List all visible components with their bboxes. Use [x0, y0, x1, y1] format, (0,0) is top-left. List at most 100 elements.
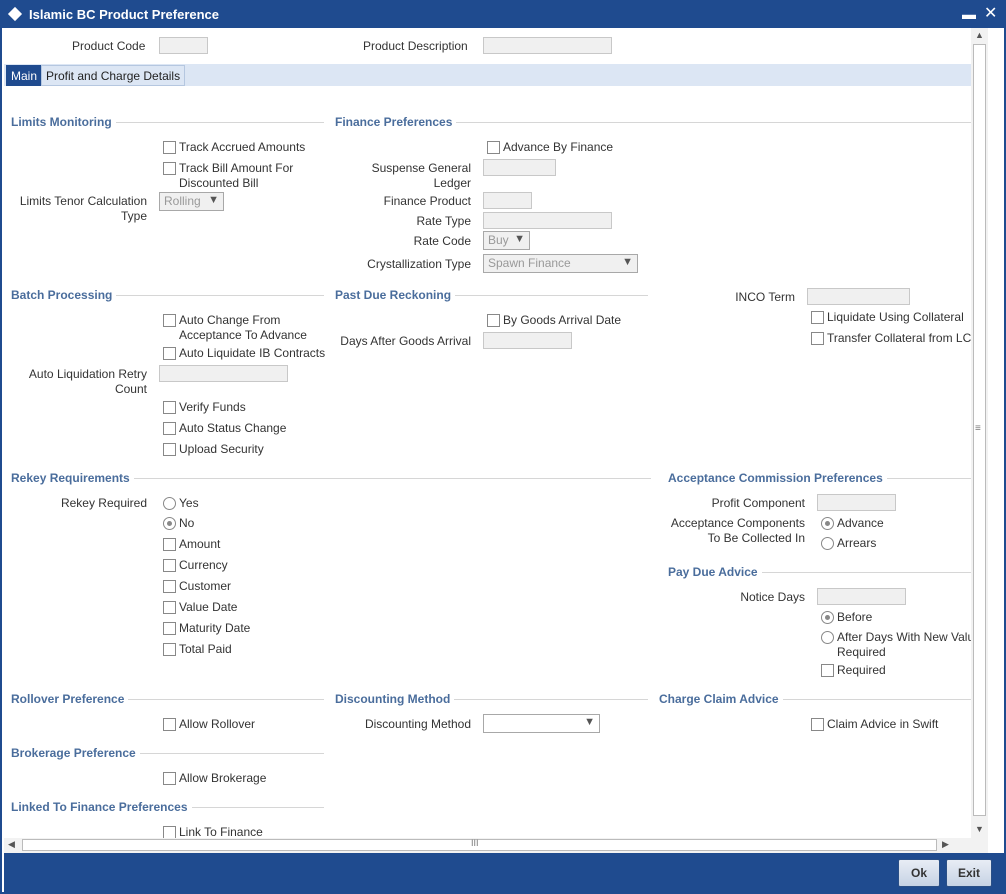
rate-type-label: Rate Type — [416, 214, 471, 228]
limits-monitoring-heading: Limits Monitoring — [11, 115, 116, 129]
tab-profit-and-charge-details[interactable]: Profit and Charge Details — [41, 65, 186, 86]
before-radio[interactable] — [821, 611, 834, 624]
rekey-no-radio[interactable] — [163, 517, 176, 530]
advance-by-finance-label: Advance By Finance — [503, 140, 614, 154]
advance-radio[interactable] — [821, 517, 834, 530]
rekey-total-paid-label: Total Paid — [179, 642, 232, 656]
auto-status-change-checkbox[interactable] — [163, 422, 176, 435]
acceptance-components-label-2: To Be Collected In — [707, 531, 805, 545]
track-accrued-label: Track Accrued Amounts — [179, 140, 306, 154]
profit-component-input[interactable] — [817, 494, 896, 511]
liquidate-collateral-label: Liquidate Using Collateral — [827, 310, 964, 324]
verify-funds-checkbox[interactable] — [163, 401, 176, 414]
rekey-amount-label: Amount — [179, 537, 221, 551]
track-bill-checkbox[interactable] — [163, 162, 176, 175]
auto-liquidate-ib-checkbox[interactable] — [163, 347, 176, 360]
track-bill-label-1: Track Bill Amount For — [179, 161, 294, 175]
required-label: Required — [837, 663, 886, 677]
rekey-currency-checkbox[interactable] — [163, 559, 176, 572]
vertical-scroll-thumb[interactable]: ≡ — [973, 44, 986, 816]
rekey-yes-radio[interactable] — [163, 497, 176, 510]
advance-by-finance-checkbox[interactable] — [487, 141, 500, 154]
track-accrued-checkbox[interactable] — [163, 141, 176, 154]
rekey-value-date-label: Value Date — [179, 600, 238, 614]
rekey-yes-label: Yes — [179, 496, 199, 510]
arrears-radio[interactable] — [821, 537, 834, 550]
finance-product-input[interactable] — [483, 192, 532, 209]
auto-status-change-label: Auto Status Change — [179, 421, 287, 435]
allow-brokerage-checkbox[interactable] — [163, 772, 176, 785]
after-days-label-1: After Days With New Value — [837, 630, 971, 644]
chevron-down-icon: ▼ — [208, 194, 219, 206]
scroll-left-icon[interactable]: ◀ — [8, 839, 15, 850]
link-to-finance-label: Link To Finance — [179, 825, 263, 838]
transfer-collateral-checkbox[interactable] — [811, 332, 824, 345]
retry-count-label-2: Count — [114, 382, 147, 396]
discounting-method-label: Discounting Method — [364, 717, 471, 731]
brokerage-heading: Brokerage Preference — [11, 746, 140, 760]
close-icon[interactable]: ✕ — [984, 3, 997, 23]
rate-code-value: Buy — [488, 233, 509, 247]
days-after-arrival-label: Days After Goods Arrival — [340, 334, 471, 348]
crystallization-type-select[interactable]: Spawn Finance ▼ — [483, 254, 638, 273]
tenor-type-select[interactable]: Rolling ▼ — [159, 192, 224, 211]
claim-swift-label: Claim Advice in Swift — [827, 717, 939, 731]
scroll-down-icon[interactable]: ▼ — [975, 824, 984, 834]
product-code-input[interactable] — [159, 37, 208, 54]
rekey-required-label: Rekey Required — [60, 496, 147, 510]
inco-term-label: INCO Term — [735, 290, 795, 304]
product-description-input[interactable] — [483, 37, 612, 54]
auto-change-checkbox[interactable] — [163, 314, 176, 327]
tenor-type-value: Rolling — [164, 194, 201, 208]
inco-term-input[interactable] — [807, 288, 910, 305]
by-goods-arrival-checkbox[interactable] — [487, 314, 500, 327]
tab-strip: Main Profit and Charge Details — [4, 64, 971, 86]
scroll-right-icon[interactable]: ▶ — [942, 839, 949, 850]
linked-finance-heading: Linked To Finance Preferences — [11, 800, 192, 814]
days-after-arrival-input[interactable] — [483, 332, 572, 349]
discounting-method-select[interactable]: ▼ — [483, 714, 600, 733]
upload-security-checkbox[interactable] — [163, 443, 176, 456]
auto-change-label-1: Auto Change From — [179, 313, 281, 327]
suspense-ledger-label-1: Suspense General — [371, 161, 471, 175]
rate-type-input[interactable] — [483, 212, 612, 229]
suspense-ledger-input[interactable] — [483, 159, 556, 176]
notice-days-label: Notice Days — [740, 590, 805, 604]
exit-button[interactable]: Exit — [946, 859, 992, 887]
vertical-scrollbar[interactable]: ▲ ≡ ▼ — [971, 28, 988, 838]
tab-main[interactable]: Main — [6, 65, 43, 86]
crystallization-type-label: Crystallization Type — [367, 257, 471, 271]
claim-swift-checkbox[interactable] — [811, 718, 824, 731]
liquidate-collateral-checkbox[interactable] — [811, 311, 824, 324]
tenor-type-label-2: Type — [120, 209, 147, 223]
batch-processing-heading: Batch Processing — [11, 288, 117, 302]
notice-days-input[interactable] — [817, 588, 906, 605]
title-bar[interactable]: Islamic BC Product Preference ▬ ✕ — [2, 2, 1004, 28]
retry-count-label-1: Auto Liquidation Retry — [28, 367, 147, 381]
charge-claim-heading: Charge Claim Advice — [659, 692, 783, 706]
link-to-finance-checkbox[interactable] — [163, 826, 176, 838]
rekey-maturity-date-checkbox[interactable] — [163, 622, 176, 635]
upload-security-label: Upload Security — [179, 442, 264, 456]
retry-count-input[interactable] — [159, 365, 288, 382]
ok-button[interactable]: Ok — [898, 859, 940, 887]
arrears-label: Arrears — [837, 536, 877, 550]
minimize-icon[interactable]: ▬ — [962, 6, 976, 22]
rekey-maturity-date-label: Maturity Date — [179, 621, 251, 635]
app-diamond-icon — [7, 6, 23, 22]
form-content: Product Code Product Description Main Pr… — [4, 28, 971, 838]
finance-product-label: Finance Product — [383, 194, 471, 208]
auto-change-label-2: Acceptance To Advance — [179, 328, 307, 342]
rekey-amount-checkbox[interactable] — [163, 538, 176, 551]
after-days-radio[interactable] — [821, 631, 834, 644]
rekey-value-date-checkbox[interactable] — [163, 601, 176, 614]
auto-liquidate-ib-label: Auto Liquidate IB Contracts — [179, 346, 326, 360]
scroll-up-icon[interactable]: ▲ — [975, 30, 984, 40]
rekey-total-paid-checkbox[interactable] — [163, 643, 176, 656]
rekey-customer-checkbox[interactable] — [163, 580, 176, 593]
required-checkbox[interactable] — [821, 664, 834, 677]
allow-rollover-checkbox[interactable] — [163, 718, 176, 731]
horizontal-scroll-thumb[interactable]: III — [22, 838, 937, 851]
horizontal-scrollbar[interactable]: ◀ III ▶ — [4, 838, 988, 853]
rate-code-select[interactable]: Buy ▼ — [483, 231, 530, 250]
